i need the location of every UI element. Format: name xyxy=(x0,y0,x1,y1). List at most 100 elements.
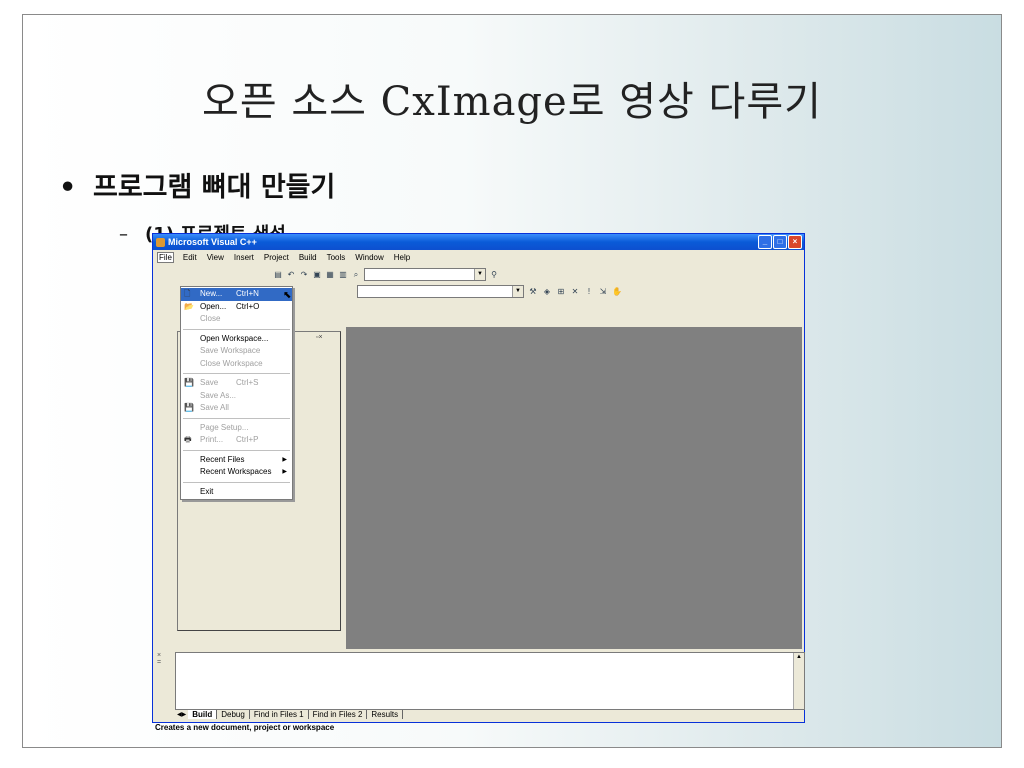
stop-build-icon[interactable]: ✕ xyxy=(570,287,580,297)
output-tabs: ◀▶ Build Debug Find in Files 1 Find in Files… xyxy=(175,708,404,720)
menu-item-shortcut: Ctrl+O xyxy=(236,301,260,311)
menu-item-exit[interactable]: Exit xyxy=(181,486,292,499)
menubar: File Edit View Insert Project Build Tools Windo… xyxy=(153,250,804,264)
bullet-dot: • xyxy=(59,172,77,203)
compile-icon[interactable]: ◈ xyxy=(542,287,552,297)
menu-item-label: Save As... xyxy=(200,390,237,400)
menu-item-label: Save All xyxy=(200,403,229,412)
menu-window[interactable]: Window xyxy=(354,253,384,262)
save-all-icon: 💾 xyxy=(184,403,194,412)
menu-item-new[interactable]: 🗋 New... Ctrl+N xyxy=(181,288,292,301)
menu-item-label: Open... xyxy=(200,301,227,311)
menu-help[interactable]: Help xyxy=(393,253,411,262)
menu-item-recent-workspaces[interactable]: Recent Workspaces ▶ xyxy=(181,466,292,479)
workspace-pane-buttons[interactable]: ▫× xyxy=(316,334,323,341)
find-in-files-icon[interactable]: ⌕ xyxy=(351,270,361,280)
menu-project[interactable]: Project xyxy=(263,253,290,262)
menu-item-label: New... xyxy=(200,289,223,298)
chevron-down-icon[interactable]: ▼ xyxy=(512,286,523,297)
workspace-icon[interactable]: ▣ xyxy=(312,270,322,280)
tab-debug[interactable]: Debug xyxy=(217,709,250,719)
build-icon[interactable]: ⊞ xyxy=(556,287,566,297)
menu-item-close[interactable]: Close xyxy=(181,313,292,326)
maximize-button[interactable]: □ xyxy=(773,235,787,249)
menu-item-print[interactable]: 🖶 Print... Ctrl+P xyxy=(181,434,292,447)
build-toolbar: ▼ ⚒ ◈ ⊞ ✕ ! ⇲ ✋ xyxy=(353,284,622,299)
menu-separator xyxy=(183,417,290,419)
submenu-arrow-icon: ▶ xyxy=(282,469,287,475)
standard-toolbar: ▤ ↶ ↷ ▣ ▦ ▥ ⌕ ▼ ⚲ xyxy=(273,267,499,282)
undo-icon[interactable]: ↶ xyxy=(286,270,296,280)
chevron-down-icon[interactable]: ▼ xyxy=(474,269,485,280)
menu-separator xyxy=(183,449,290,451)
save-icon: 💾 xyxy=(184,378,194,387)
menu-item-close-workspace[interactable]: Close Workspace xyxy=(181,358,292,371)
output-pane[interactable]: ▲ xyxy=(175,652,805,710)
menu-item-label: Page Setup... xyxy=(200,422,249,432)
status-text: Creates a new document, project or works… xyxy=(155,723,335,732)
close-button[interactable]: × xyxy=(788,235,802,249)
menu-tools[interactable]: Tools xyxy=(326,253,347,262)
menu-file[interactable]: File xyxy=(157,251,174,263)
open-folder-icon: 📂 xyxy=(184,301,194,311)
tab-results[interactable]: Results xyxy=(367,709,404,719)
mouse-cursor-icon: ⬉ xyxy=(283,290,292,301)
menu-item-shortcut: Ctrl+N xyxy=(236,289,259,298)
menu-item-label: Recent Files xyxy=(200,454,245,464)
slide-title: 오픈 소스 CxImage로 영상 다루기 xyxy=(202,79,822,125)
tab-find-in-files-2[interactable]: Find in Files 2 xyxy=(309,709,368,719)
menu-item-label: Exit xyxy=(200,486,214,496)
mdi-client-area[interactable] xyxy=(346,327,802,649)
menu-item-open-workspace[interactable]: Open Workspace... xyxy=(181,333,292,346)
menu-item-save-as[interactable]: Save As... xyxy=(181,390,292,403)
tab-find-in-files-1[interactable]: Find in Files 1 xyxy=(250,709,309,719)
output-scrollbar[interactable]: ▲ xyxy=(793,653,804,709)
breakpoint-icon[interactable]: ✋ xyxy=(612,287,622,297)
menu-item-shortcut: Ctrl+P xyxy=(236,435,259,444)
menu-item-open[interactable]: 📂 Open... Ctrl+O xyxy=(181,301,292,314)
bullet-dash: – xyxy=(119,224,128,245)
new-file-icon: 🗋 xyxy=(184,289,191,298)
wizard-icon[interactable]: ⚒ xyxy=(528,287,538,297)
menu-item-label: Save Workspace xyxy=(200,346,261,355)
minimize-button[interactable]: _ xyxy=(758,235,772,249)
menu-separator xyxy=(183,373,290,374)
redo-icon[interactable]: ↷ xyxy=(299,270,309,280)
menu-item-label: Open Workspace... xyxy=(200,333,269,343)
find-combo[interactable]: ▼ xyxy=(364,268,486,281)
menu-insert[interactable]: Insert xyxy=(233,253,255,262)
vc-window: Microsoft Visual C++ _ □ × File Edit View I… xyxy=(152,233,805,732)
execute-icon[interactable]: ! xyxy=(584,287,594,297)
menu-item-label: Close xyxy=(200,314,221,323)
tab-scroll-icon[interactable]: ◀▶ xyxy=(175,711,188,718)
menu-item-label: Print... xyxy=(200,435,224,444)
menu-view[interactable]: View xyxy=(206,253,225,262)
window-titlebar[interactable]: Microsoft Visual C++ _ □ × xyxy=(153,234,804,250)
paste-icon[interactable]: ▤ xyxy=(273,270,283,280)
windows-icon[interactable]: ▥ xyxy=(338,270,348,280)
menu-item-save-workspace[interactable]: Save Workspace xyxy=(181,345,292,358)
bullet-level1-text: 프로그램 뼈대 만들기 xyxy=(93,172,336,203)
menu-item-label: Close Workspace xyxy=(200,358,263,368)
menu-item-page-setup[interactable]: Page Setup... xyxy=(181,422,292,435)
menu-item-save[interactable]: 💾 Save Ctrl+S xyxy=(181,377,292,390)
menu-item-label: Recent Workspaces xyxy=(200,467,272,476)
print-icon: 🖶 xyxy=(184,435,192,444)
menu-separator xyxy=(183,328,290,330)
output-icon[interactable]: ▦ xyxy=(325,270,335,280)
scroll-up-icon[interactable]: ▲ xyxy=(794,653,804,662)
menu-item-label: Save xyxy=(200,378,219,387)
menu-item-save-all[interactable]: 💾 Save All xyxy=(181,402,292,415)
output-grip[interactable]: × = xyxy=(157,652,167,708)
menu-item-recent-files[interactable]: Recent Files ▶ xyxy=(181,454,292,467)
bullet-level1: • 프로그램 뼈대 만들기 xyxy=(59,165,335,204)
tab-build[interactable]: Build xyxy=(188,709,218,719)
find-icon[interactable]: ⚲ xyxy=(489,270,499,280)
menu-build[interactable]: Build xyxy=(298,253,318,262)
config-combo[interactable]: ▼ xyxy=(357,285,524,298)
menu-edit[interactable]: Edit xyxy=(182,253,198,262)
go-icon[interactable]: ⇲ xyxy=(598,287,608,297)
submenu-arrow-icon: ▶ xyxy=(282,456,287,463)
file-menu-dropdown: 🗋 New... Ctrl+N 📂 Open... Ctrl+O Close Open Wor… xyxy=(180,286,293,500)
window-title: Microsoft Visual C++ xyxy=(168,237,257,247)
